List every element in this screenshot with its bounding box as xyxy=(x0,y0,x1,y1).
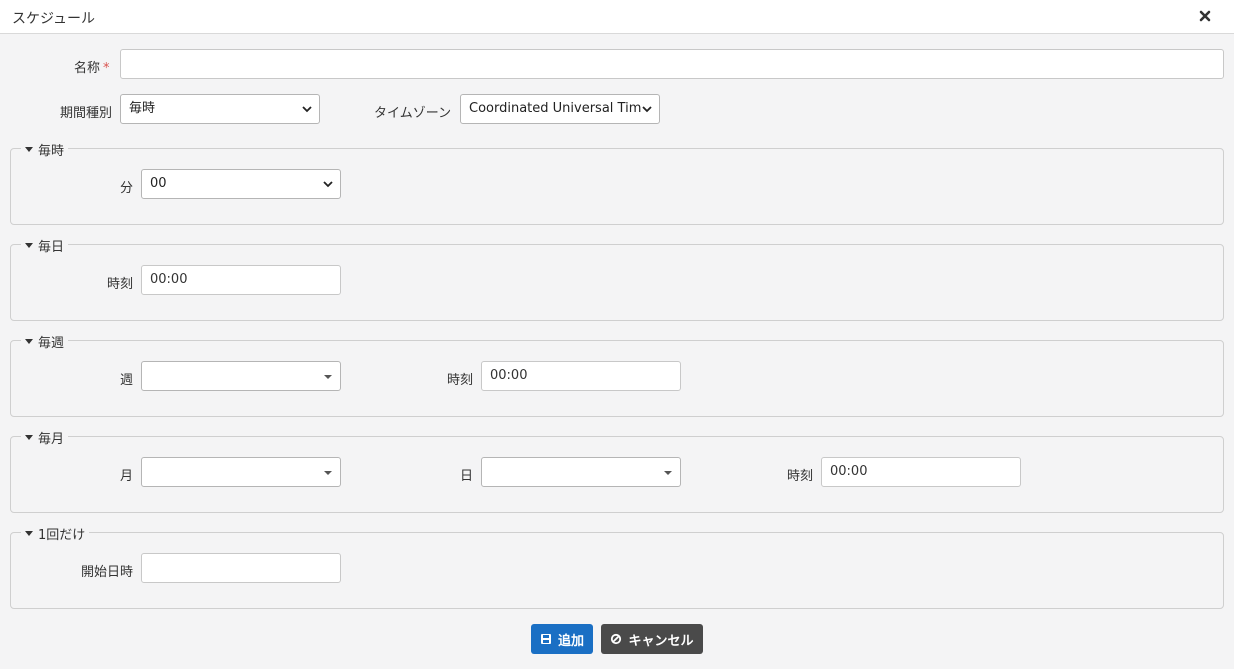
weekly-legend-text: 毎週 xyxy=(38,336,65,351)
minute-label: 分 xyxy=(120,181,134,196)
period-type-label: 期間種別 xyxy=(60,106,113,121)
minute-select[interactable]: 00 xyxy=(141,169,341,199)
hourly-legend-text: 毎時 xyxy=(38,144,65,159)
weekly-time-label: 時刻 xyxy=(447,373,474,388)
dialog-titlebar: スケジュール xyxy=(0,0,1234,34)
monthly-time-input[interactable]: 00:00 xyxy=(821,457,1021,487)
add-button[interactable]: 追加 xyxy=(531,624,593,654)
name-label-text: 名称 xyxy=(74,61,101,76)
daily-time-label: 時刻 xyxy=(107,277,134,292)
collapse-triangle-icon xyxy=(25,147,33,152)
timezone-value: Coordinated Universal Tim xyxy=(469,101,642,116)
ban-icon xyxy=(611,633,622,645)
week-select[interactable] xyxy=(141,361,341,391)
collapse-triangle-icon xyxy=(25,339,33,344)
timezone-select[interactable]: Coordinated Universal Tim xyxy=(460,94,660,124)
chevron-down-icon xyxy=(323,181,333,188)
hourly-legend[interactable]: 毎時 xyxy=(21,140,69,159)
start-datetime-input[interactable] xyxy=(141,553,341,583)
day-label: 日 xyxy=(460,469,474,484)
caret-down-icon xyxy=(324,471,332,475)
collapse-triangle-icon xyxy=(25,531,33,536)
daily-time-input[interactable]: 00:00 xyxy=(141,265,341,295)
required-mark: * xyxy=(103,61,110,76)
chevron-down-icon xyxy=(642,106,652,113)
weekly-time-input[interactable]: 00:00 xyxy=(481,361,681,391)
weekly-legend[interactable]: 毎週 xyxy=(21,332,69,351)
collapse-triangle-icon xyxy=(25,435,33,440)
minute-value: 00 xyxy=(150,176,167,191)
monthly-legend[interactable]: 毎月 xyxy=(21,428,69,447)
caret-down-icon xyxy=(664,471,672,475)
close-icon[interactable] xyxy=(1198,9,1212,23)
once-legend-text: 1回だけ xyxy=(38,528,86,543)
save-icon xyxy=(540,634,551,644)
monthly-time-label: 時刻 xyxy=(787,469,814,484)
dialog-title: スケジュール xyxy=(12,11,96,27)
week-label: 週 xyxy=(120,373,134,388)
period-type-select[interactable]: 毎時 xyxy=(120,94,320,124)
chevron-down-icon xyxy=(302,106,312,113)
start-datetime-label: 開始日時 xyxy=(81,565,134,580)
name-label: 名称 * xyxy=(74,57,110,76)
add-button-label: 追加 xyxy=(557,633,584,649)
daily-legend-text: 毎日 xyxy=(38,240,65,255)
period-type-value: 毎時 xyxy=(129,101,156,116)
daily-legend[interactable]: 毎日 xyxy=(21,236,69,255)
month-select[interactable] xyxy=(141,457,341,487)
cancel-button-label: キャンセル xyxy=(628,633,694,649)
month-label: 月 xyxy=(120,469,134,484)
caret-down-icon xyxy=(324,375,332,379)
cancel-button[interactable]: キャンセル xyxy=(601,624,703,654)
monthly-legend-text: 毎月 xyxy=(38,432,65,447)
name-input[interactable] xyxy=(120,49,1224,79)
once-legend[interactable]: 1回だけ xyxy=(21,524,90,543)
day-select[interactable] xyxy=(481,457,681,487)
collapse-triangle-icon xyxy=(25,243,33,248)
timezone-label: タイムゾーン xyxy=(374,106,452,121)
